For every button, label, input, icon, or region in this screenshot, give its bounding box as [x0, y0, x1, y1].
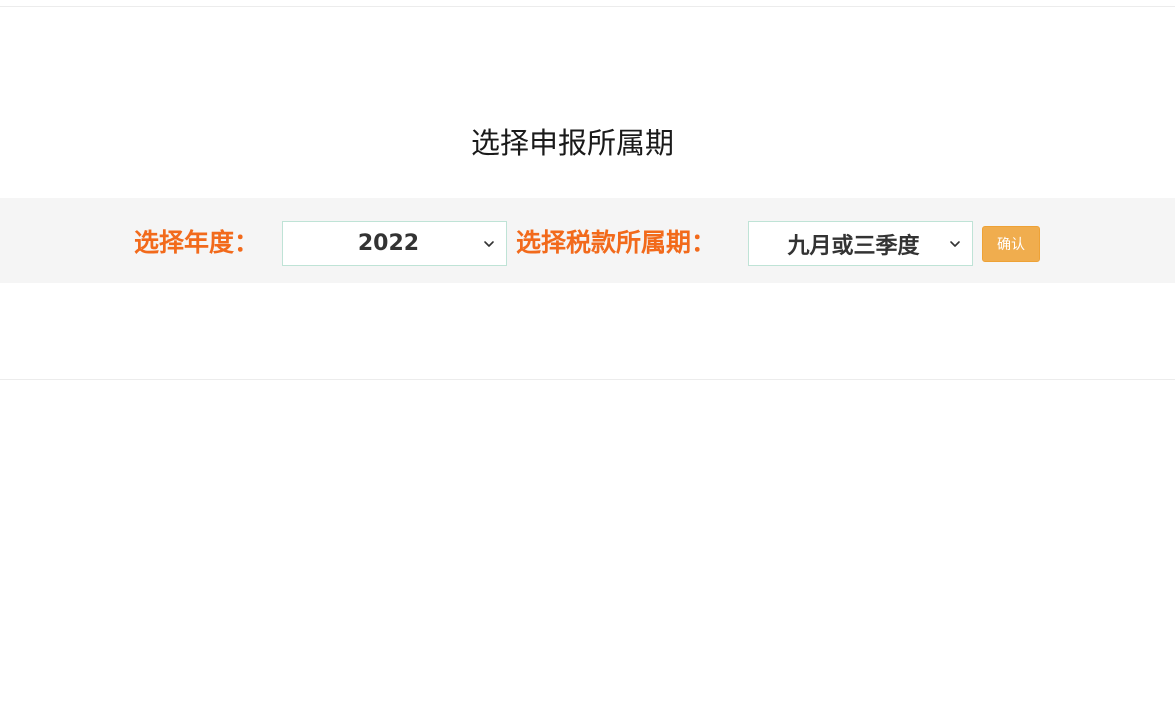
tax-period-select[interactable]: 九月或三季度 — [748, 221, 973, 266]
year-select-value: 2022 — [357, 231, 420, 256]
top-divider — [0, 6, 1175, 7]
chevron-down-icon — [484, 240, 494, 247]
confirm-button[interactable]: 确认 — [982, 226, 1040, 262]
tax-period-label: 选择税款所属期： — [516, 228, 717, 257]
tax-period-select-value: 九月或三季度 — [787, 233, 920, 259]
page-title: 选择申报所属期 — [470, 126, 674, 160]
chevron-down-icon — [950, 240, 960, 247]
year-label: 选择年度： — [134, 228, 260, 257]
year-select[interactable]: 2022 — [282, 221, 507, 266]
bottom-divider — [0, 379, 1175, 380]
